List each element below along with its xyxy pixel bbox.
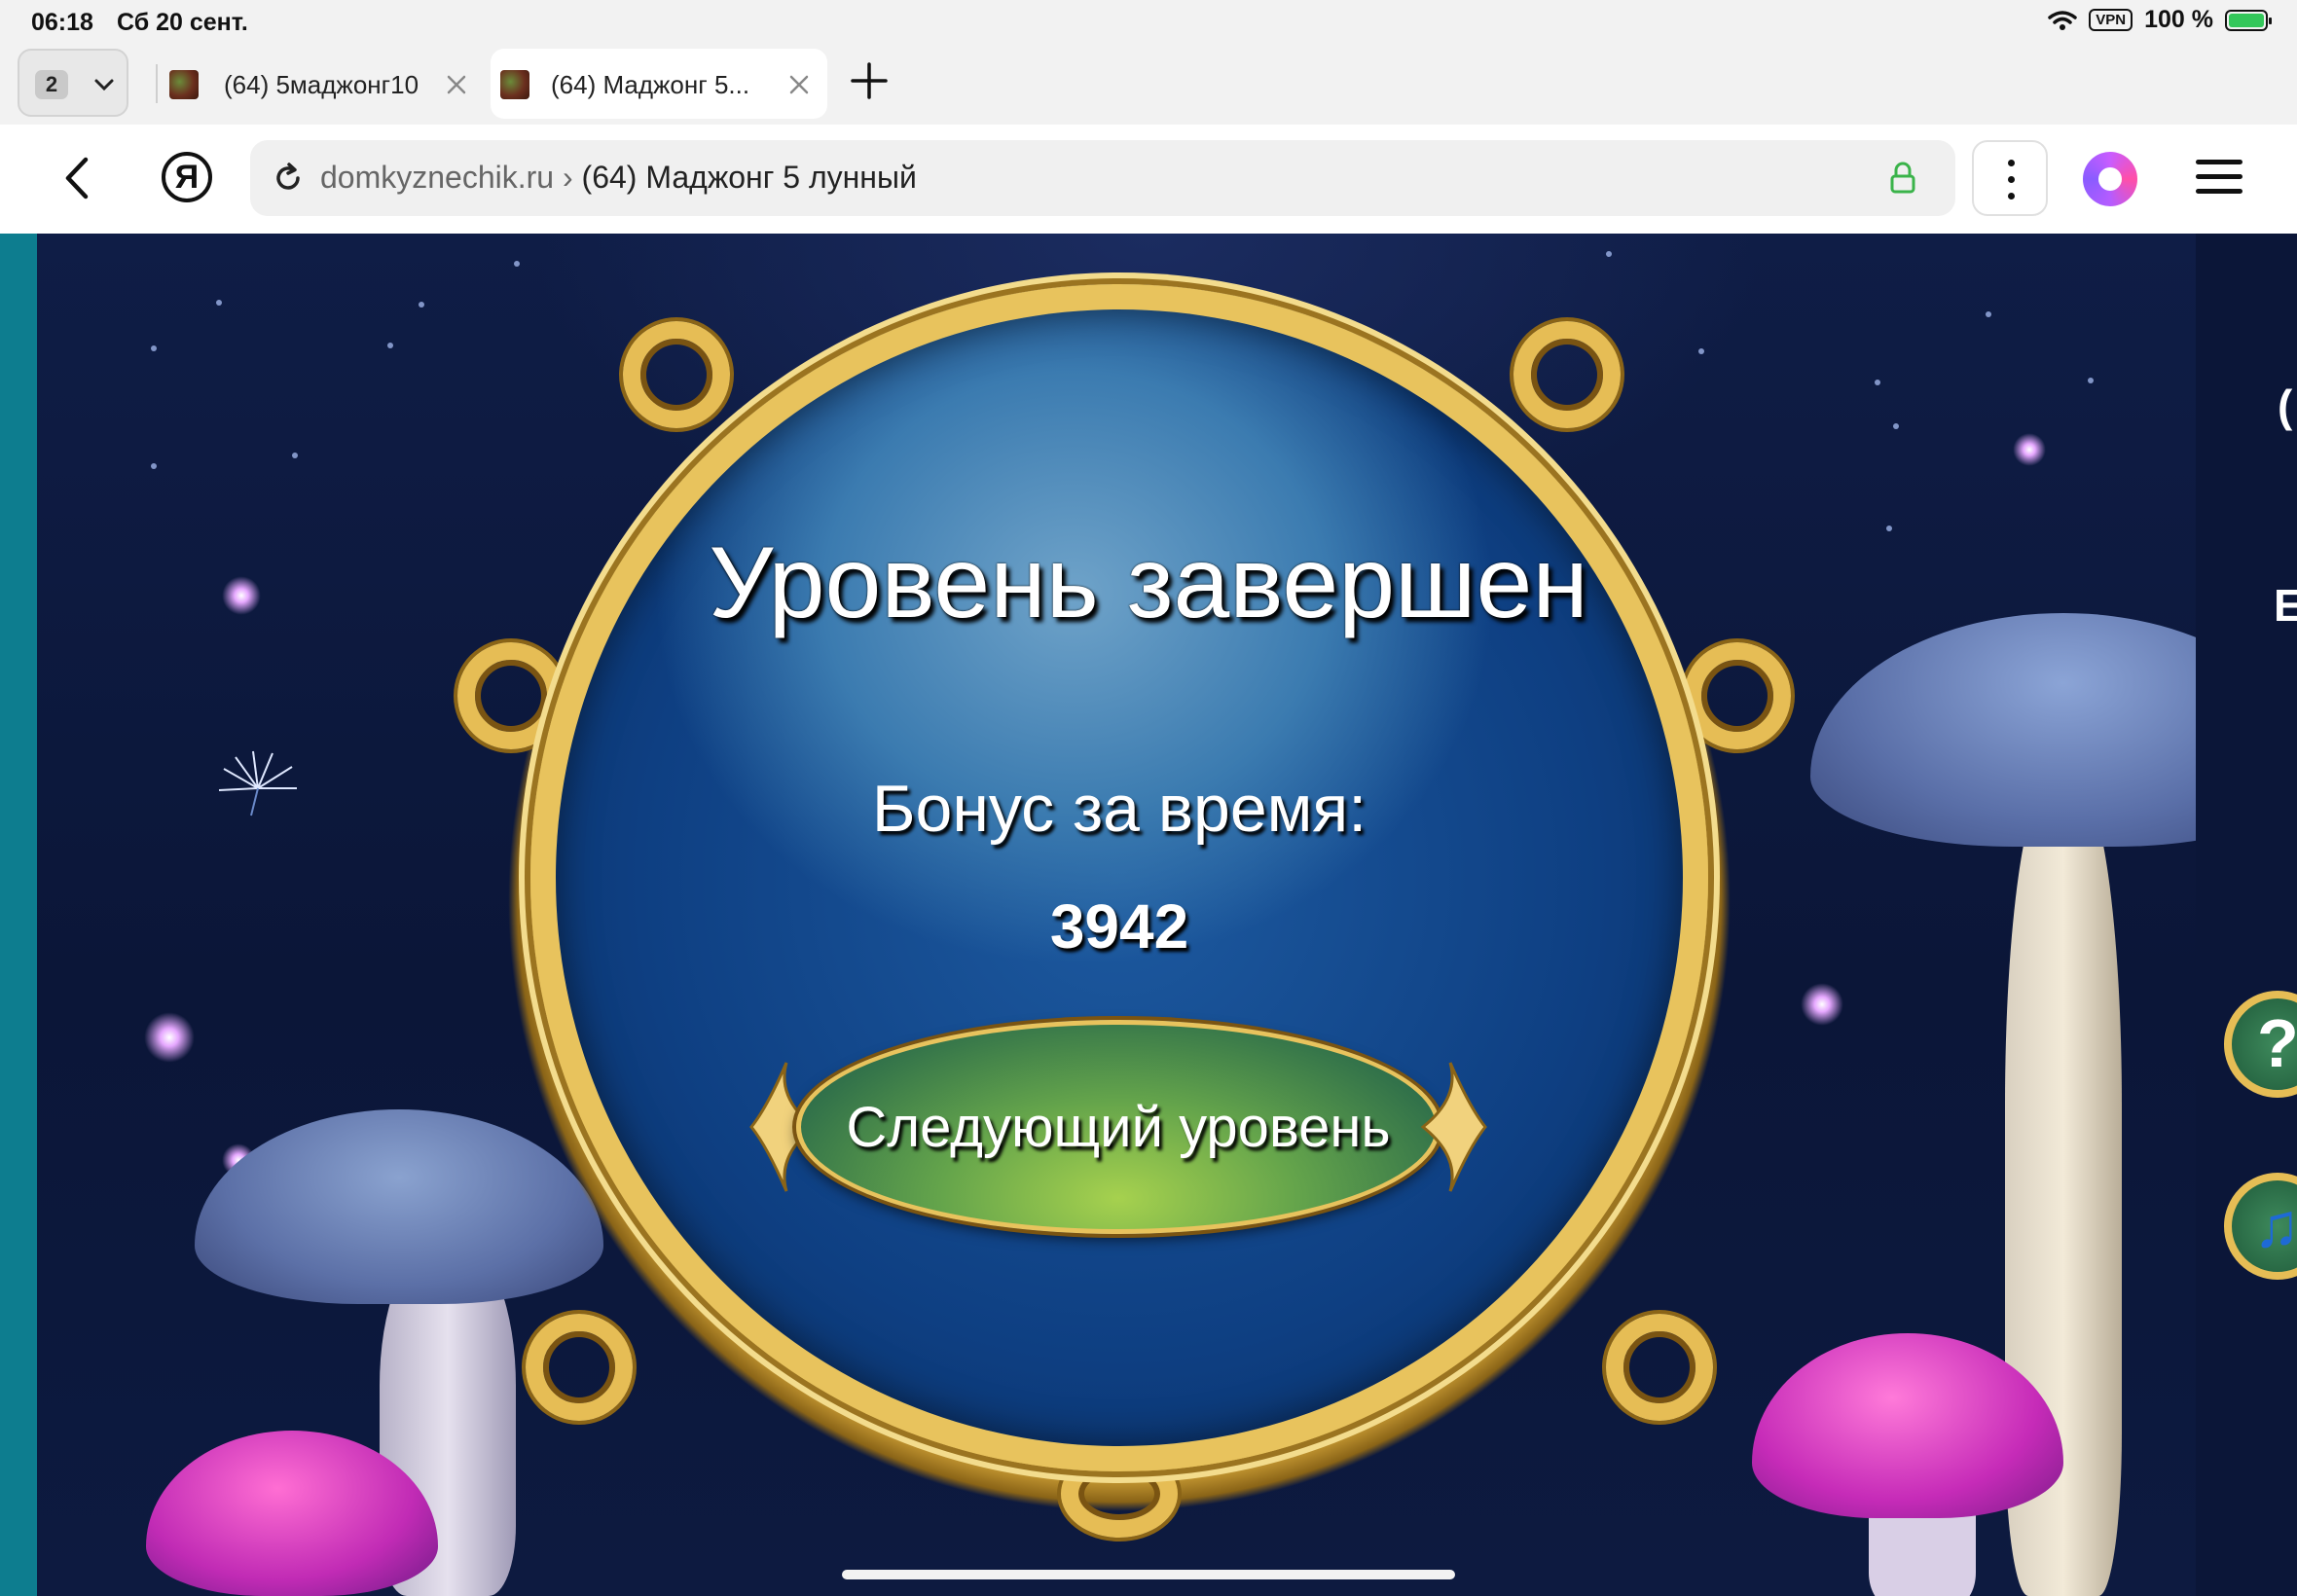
- dot: [2008, 193, 2015, 200]
- status-bar: 06:18 Сб 20 сент. VPN 100 %: [0, 0, 2297, 45]
- plus-icon[interactable]: [849, 60, 890, 101]
- yandex-logo-button[interactable]: Я: [162, 152, 212, 202]
- url-text: domkyznechik.ru › (64) Маджонг 5 лунный: [320, 160, 917, 196]
- frame-ornament: [623, 321, 730, 428]
- frame-ornament: [1606, 1314, 1713, 1421]
- star: [419, 302, 424, 308]
- close-icon[interactable]: [788, 74, 810, 95]
- star: [1875, 380, 1880, 385]
- tab-count: 2: [35, 70, 68, 99]
- star: [292, 453, 298, 458]
- url-page-title: (64) Маджонг 5 лунный: [581, 160, 917, 195]
- firefly-glow: [1801, 983, 1843, 1026]
- home-indicator[interactable]: [842, 1570, 1455, 1579]
- frame-ornament: [526, 1314, 633, 1421]
- tab-title: (64) 5маджонг10: [224, 70, 419, 99]
- status-date: Сб 20 сент.: [117, 9, 248, 36]
- chevron-down-icon: [94, 79, 114, 91]
- tab-mahjong-10[interactable]: (64) 5маджонг10: [164, 49, 485, 119]
- battery-percent: 100 %: [2144, 6, 2213, 33]
- vpn-badge: VPN: [2089, 9, 2133, 31]
- status-indicators: VPN 100 %: [2048, 6, 2272, 34]
- hamburger-menu-icon[interactable]: [2196, 158, 2244, 197]
- panel-glyph: (: [2278, 381, 2293, 431]
- address-bar[interactable]: domkyznechik.ru › (64) Маджонг 5 лунный: [250, 140, 1955, 216]
- level-complete-title: Уровень завершен: [709, 526, 1588, 639]
- star: [387, 343, 393, 348]
- dot: [2008, 160, 2015, 166]
- url-host: domkyznechik.ru: [320, 160, 555, 195]
- back-arrow-icon[interactable]: [56, 154, 101, 202]
- tab-strip: 2 (64) 5маджонг10 (64) Маджонг 5...: [0, 45, 2297, 125]
- status-time: 06:18: [31, 9, 93, 36]
- tab-counter-button[interactable]: 2: [18, 49, 128, 117]
- firefly-glow: [2013, 433, 2046, 466]
- star: [151, 463, 157, 469]
- site-favicon-icon: [169, 70, 199, 99]
- tab-title: (64) Маджонг 5...: [551, 70, 750, 99]
- star: [1698, 348, 1704, 354]
- reload-icon[interactable]: [272, 162, 305, 195]
- time-bonus-value: 3942: [1049, 891, 1189, 961]
- frame-ornament: [1684, 642, 1791, 749]
- firefly-glow: [144, 1012, 195, 1063]
- result-dialog-disc: [530, 284, 1708, 1471]
- next-level-button[interactable]: Следующий уровень: [796, 1020, 1440, 1234]
- star: [1893, 423, 1899, 429]
- button-wing-right-icon: [1421, 1062, 1487, 1192]
- star: [216, 300, 222, 306]
- close-icon[interactable]: [446, 74, 467, 95]
- battery-icon: [2225, 9, 2272, 31]
- dot: [2008, 176, 2015, 183]
- tab-divider: [156, 64, 158, 103]
- time-bonus-label: Бонус за время:: [871, 772, 1367, 846]
- browser-toolbar: Я domkyznechik.ru › (64) Маджонг 5 лунны…: [0, 125, 2297, 234]
- site-favicon-icon: [500, 70, 529, 99]
- star: [1606, 251, 1612, 257]
- wifi-icon: [2048, 10, 2078, 30]
- star: [151, 345, 157, 351]
- alice-assistant-icon[interactable]: [2083, 152, 2137, 206]
- lock-icon[interactable]: [1889, 162, 1916, 195]
- star: [2088, 378, 2094, 383]
- frame-ornament: [1513, 321, 1621, 428]
- more-options-button[interactable]: [1972, 140, 2048, 216]
- tab-mahjong-5-active[interactable]: (64) Маджонг 5...: [491, 49, 827, 119]
- url-separator: ›: [562, 160, 573, 195]
- star: [1986, 311, 1991, 317]
- star: [514, 261, 520, 267]
- next-level-label: Следующий уровень: [846, 1096, 1391, 1159]
